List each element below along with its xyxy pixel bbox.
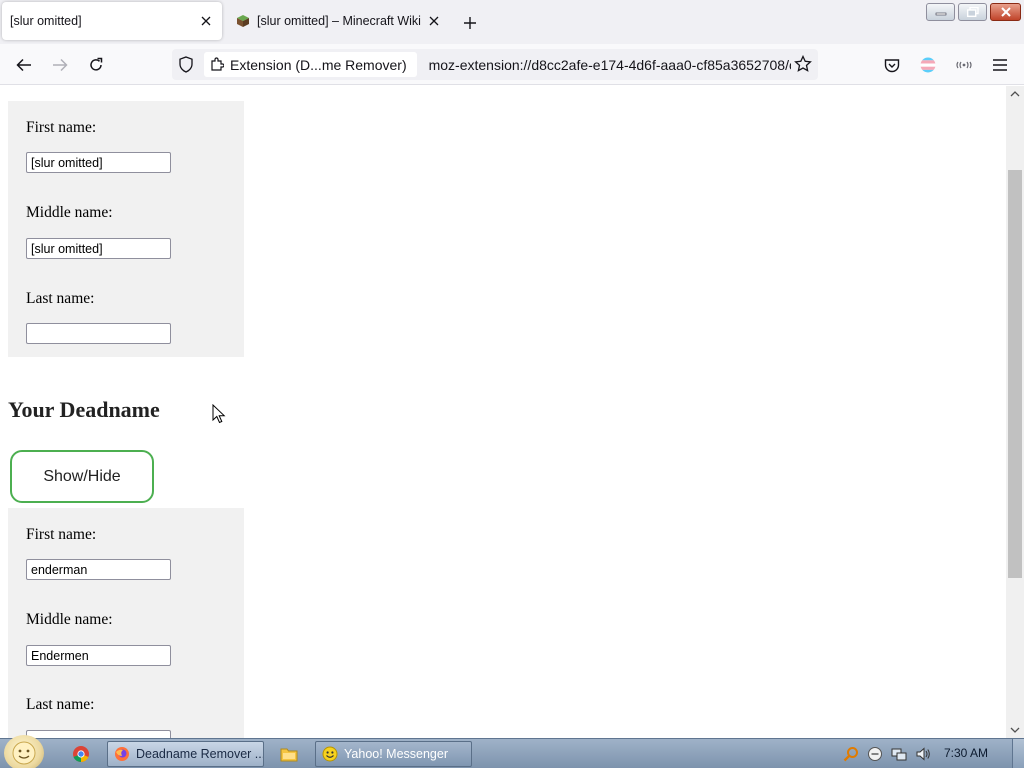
close-tab-icon[interactable] — [424, 11, 444, 31]
show-desktop-button[interactable] — [1012, 739, 1024, 768]
page-content: First name: Middle name: Last name: Your… — [0, 86, 1006, 738]
last-name-label: Last name: — [26, 696, 95, 713]
scrollbar-thumb[interactable] — [1008, 170, 1022, 578]
identity-box[interactable]: Extension (D...me Remover) — [204, 52, 417, 77]
taskbar: Deadname Remover ... Yahoo! Messenger 7:… — [0, 735, 1024, 768]
first-name-input[interactable] — [26, 152, 171, 173]
url-bar[interactable]: Extension (D...me Remover) moz-extension… — [172, 49, 818, 80]
tab-wiki[interactable]: [slur omitted] – Minecraft Wiki — [228, 2, 450, 40]
first-name-label: First name: — [26, 526, 97, 543]
dead-first-name-input[interactable] — [26, 559, 171, 580]
identity-label: Extension (D...me Remover) — [230, 56, 407, 73]
pocket-icon[interactable] — [879, 52, 905, 78]
reload-icon[interactable] — [83, 52, 109, 78]
vertical-scrollbar[interactable] — [1006, 86, 1024, 738]
show-hide-button[interactable]: Show/Hide — [10, 450, 154, 503]
tab-strip: [slur omitted] [slur omitted] – Minecraf… — [0, 0, 1024, 44]
firefox-icon — [114, 746, 130, 762]
last-name-input[interactable] — [26, 323, 171, 344]
close-tab-icon[interactable] — [196, 11, 216, 31]
extension-icon[interactable] — [951, 52, 977, 78]
extension-flag-icon[interactable] — [915, 52, 941, 78]
bookmark-star-icon[interactable] — [794, 54, 812, 78]
back-icon[interactable] — [11, 52, 37, 78]
last-name-label: Last name: — [26, 290, 95, 307]
url-text: moz-extension://d8cc2afe-e174-4d6f-aaa0-… — [428, 56, 791, 73]
taskbar-messenger-task[interactable]: Yahoo! Messenger — [315, 741, 472, 767]
grass-block-icon — [236, 14, 250, 28]
task-label: Deadname Remover ... — [136, 747, 264, 761]
tab-options[interactable]: [slur omitted] — [2, 2, 222, 40]
yahoo-messenger-icon — [322, 746, 338, 762]
middle-name-label: Middle name: — [26, 611, 113, 628]
minimize-icon[interactable] — [926, 3, 955, 21]
taskbar-firefox-task[interactable]: Deadname Remover ... — [107, 741, 264, 767]
taskbar-clock[interactable]: 7:30 AM — [944, 746, 988, 760]
middle-name-input[interactable] — [26, 238, 171, 259]
network-icon[interactable] — [891, 746, 907, 762]
dead-last-name-input[interactable] — [26, 730, 171, 738]
task-label: Yahoo! Messenger — [344, 747, 448, 761]
scroll-down-arrow-icon[interactable] — [1009, 724, 1021, 736]
deadname-panel: First name: Middle name: Last name: — [8, 508, 244, 738]
search-icon[interactable] — [843, 746, 859, 762]
puzzle-piece-icon — [210, 57, 224, 72]
messenger-tray-icon[interactable] — [867, 746, 883, 762]
scroll-up-arrow-icon[interactable] — [1009, 88, 1021, 100]
menu-icon[interactable] — [987, 52, 1013, 78]
restore-icon[interactable] — [958, 3, 987, 21]
chosen-name-panel: First name: Middle name: Last name: — [8, 101, 244, 357]
navigation-toolbar: Extension (D...me Remover) moz-extension… — [0, 44, 1024, 85]
tracking-protection-icon[interactable] — [178, 56, 194, 78]
window-close-icon[interactable] — [990, 3, 1021, 21]
middle-name-label: Middle name: — [26, 204, 113, 221]
mouse-cursor-icon — [212, 403, 226, 429]
volume-icon[interactable] — [915, 746, 931, 762]
new-tab-icon[interactable] — [458, 11, 482, 35]
folder-icon[interactable] — [279, 744, 299, 764]
tab-title: [slur omitted] — [10, 14, 82, 28]
start-button-icon[interactable] — [4, 735, 44, 768]
tab-title: [slur omitted] – Minecraft Wiki — [257, 14, 421, 28]
deadname-heading: Your Deadname — [8, 397, 160, 422]
chrome-icon[interactable] — [71, 744, 91, 764]
dead-middle-name-input[interactable] — [26, 645, 171, 666]
forward-icon[interactable] — [47, 52, 73, 78]
first-name-label: First name: — [26, 119, 97, 136]
